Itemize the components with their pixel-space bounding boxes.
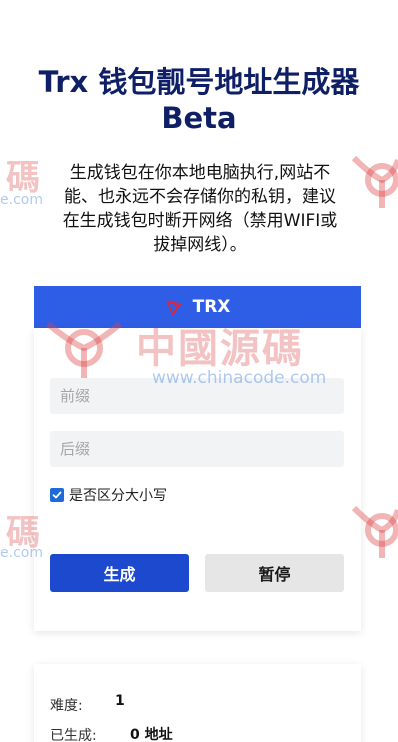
check-icon [52,491,62,499]
tron-logo-icon [165,298,183,316]
page-description: 生成钱包在你本地电脑执行,网站不能、也永远不会存储你的私钥，建议在生成钱包时断开… [62,163,338,255]
page: Trx 钱包靓号地址生成器 Beta 生成钱包在你本地电脑执行,网站不能、也永远… [0,0,398,742]
watermark-left-top-text: 碼 [6,158,40,198]
generate-button[interactable]: 生成 [50,554,189,592]
watermark-logo-right-top-icon [352,155,398,208]
watermark-left-top: 碼 e.com [0,150,60,210]
page-title: Trx 钱包靓号地址生成器 Beta [0,64,398,136]
case-sensitive-option[interactable]: 是否区分大小写 [50,485,167,505]
case-sensitive-checkbox[interactable] [50,488,64,502]
prefix-input[interactable] [50,378,344,414]
watermark-left-top-url: e.com [0,192,43,208]
difficulty-value: 1 [115,693,125,709]
difficulty-label: 难度: [50,698,83,714]
pause-button[interactable]: 暂停 [205,554,344,592]
case-sensitive-label: 是否区分大小写 [69,488,167,504]
stats-card: 难度: 1 已生成: 0 地址 [34,664,361,742]
generated-count: 0 地址 [130,727,173,742]
tab-trx[interactable]: TRX [34,286,361,328]
suffix-input[interactable] [50,431,344,467]
page-title-line1: Trx 钱包靓号地址生成器 [38,65,360,99]
page-title-line2: Beta [161,101,237,135]
generated-label: 已生成: [50,728,97,742]
tab-trx-label: TRX [192,297,231,317]
generator-card: 是否区分大小写 生成 暂停 [34,328,361,631]
